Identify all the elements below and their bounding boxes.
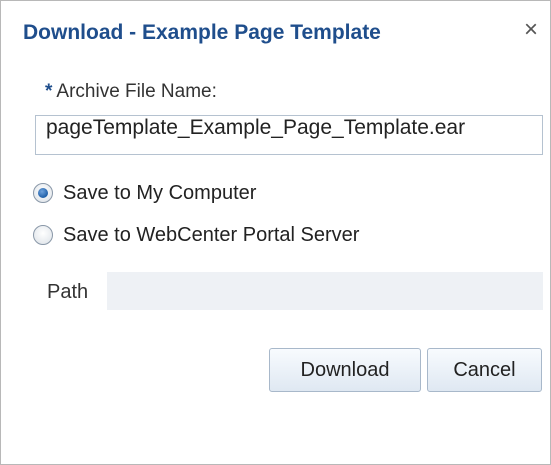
download-button[interactable]: Download <box>269 348 421 392</box>
dialog-titlebar: Download - Example Page Template × <box>1 1 550 63</box>
archive-file-name-input[interactable]: pageTemplate_Example_Page_Template.ear <box>35 115 543 155</box>
archive-file-name-label: * Archive File Name: <box>45 81 217 103</box>
path-label: Path <box>47 281 89 303</box>
cancel-button[interactable]: Cancel <box>427 348 542 392</box>
save-to-my-computer-option[interactable]: Save to My Computer <box>33 179 256 207</box>
radio-button-selected[interactable] <box>33 183 53 203</box>
dialog-title: Download - Example Page Template <box>23 21 381 44</box>
path-input[interactable] <box>107 272 543 310</box>
save-to-webcenter-portal-server-option[interactable]: Save to WebCenter Portal Server <box>33 221 359 249</box>
radio-dot <box>38 188 48 198</box>
close-icon[interactable]: × <box>516 15 546 45</box>
radio-button-unselected[interactable] <box>33 225 53 245</box>
save-to-my-computer-label: Save to My Computer <box>63 181 257 204</box>
archive-file-name-label-text: Archive File Name: <box>56 81 217 102</box>
download-dialog: Download - Example Page Template × * Arch… <box>0 0 551 465</box>
save-to-webcenter-portal-server-label: Save to WebCenter Portal Server <box>63 223 360 246</box>
required-marker: * <box>45 81 53 102</box>
